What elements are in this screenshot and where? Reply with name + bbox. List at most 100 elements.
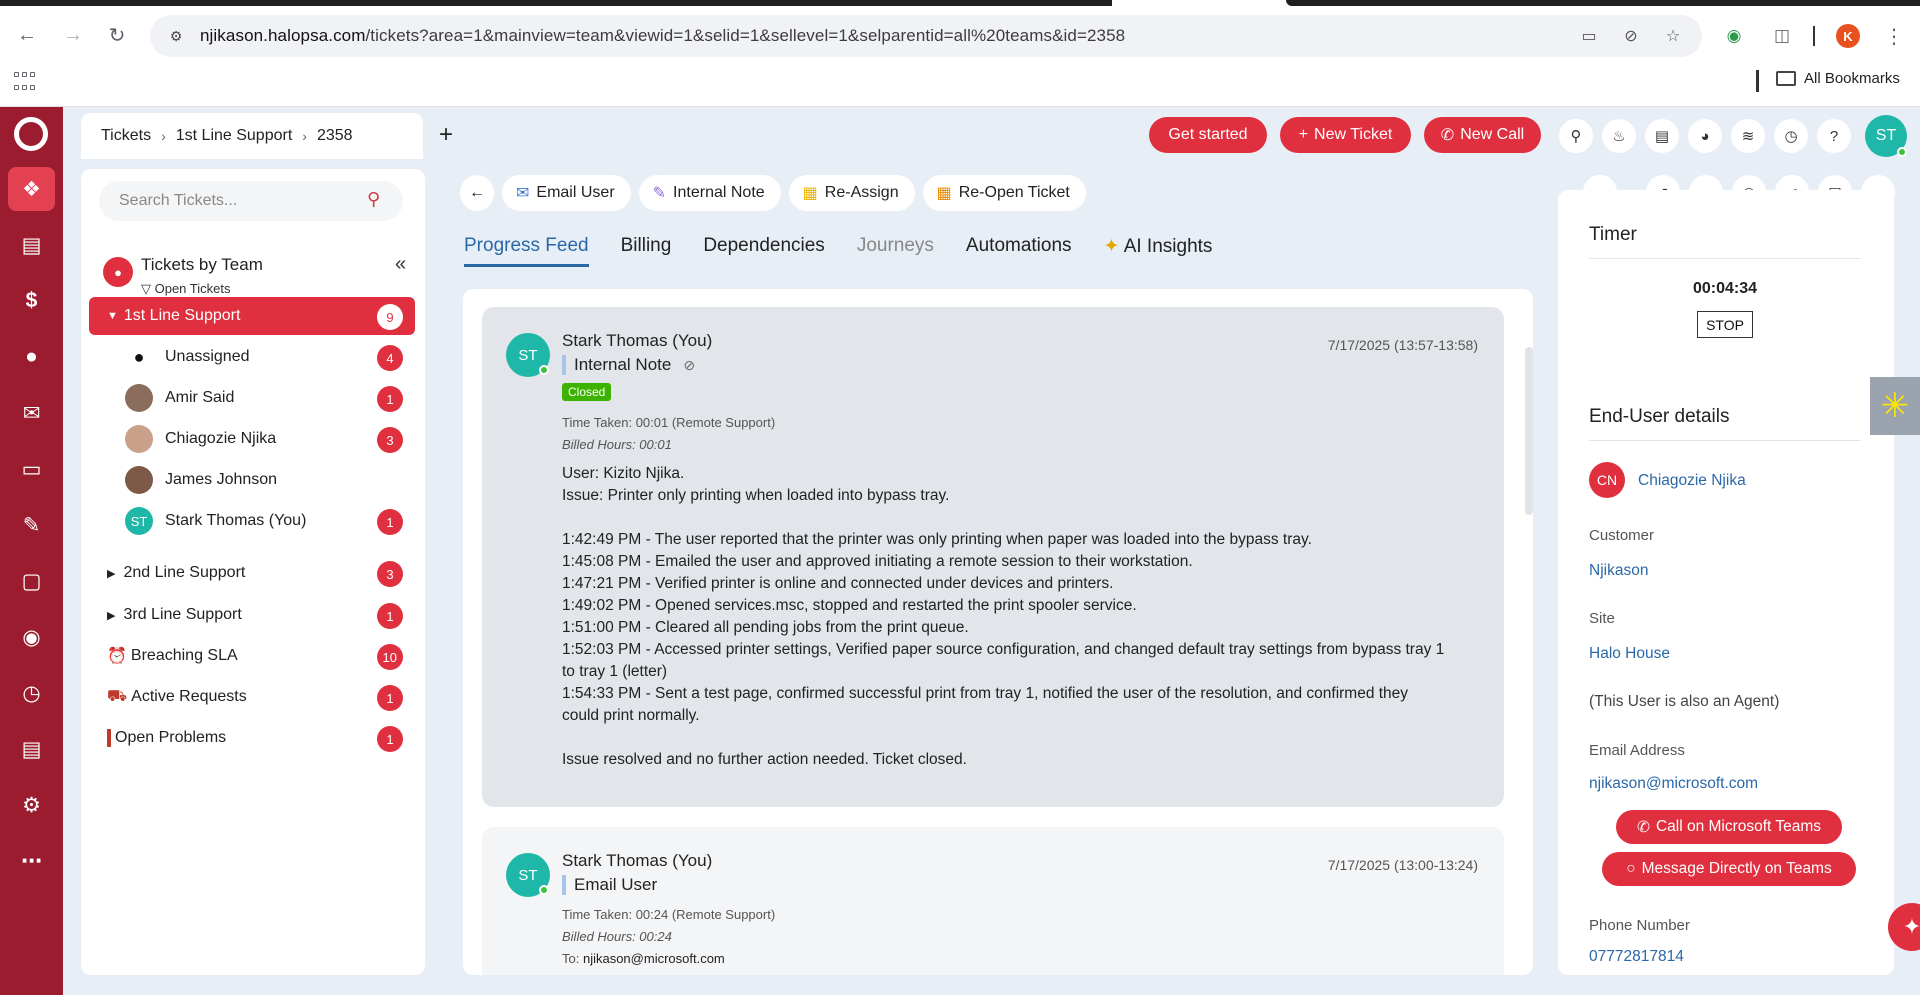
bookmark-star-icon[interactable]: ☆ (1662, 25, 1684, 47)
clock-icon[interactable]: ◷ (8, 671, 55, 715)
document-icon[interactable]: ▢ (8, 559, 55, 603)
avatar: CN (1589, 462, 1625, 498)
search-icon[interactable]: ⚲ (1559, 119, 1593, 153)
tab-journeys[interactable]: Journeys (857, 235, 934, 267)
help-icon[interactable]: ? (1817, 119, 1851, 153)
extension-icon[interactable]: ◉ (1720, 22, 1748, 50)
clipboard-icon[interactable]: ▤ (1645, 119, 1679, 153)
get-started-button[interactable]: Get started (1149, 117, 1267, 153)
all-bookmarks[interactable]: All Bookmarks (1776, 70, 1900, 87)
address-bar[interactable]: ⚙ njikason.halopsa.com/tickets?area=1&ma… (150, 15, 1702, 57)
history-icon[interactable]: ◷ (1774, 119, 1808, 153)
ticket-tabs: Progress Feed Billing Dependencies Journ… (464, 235, 1212, 267)
tree-item-open-problems[interactable]: Open Problems 1 (89, 719, 415, 757)
email-link[interactable]: njikason@microsoft.com (1589, 775, 1758, 793)
new-call-label: New Call (1460, 126, 1525, 143)
breadcrumb-ticket-id[interactable]: 2358 (317, 127, 353, 145)
customer-link[interactable]: Njikason (1589, 562, 1648, 580)
tree-item-2nd-line-support[interactable]: ▶ 2nd Line Support 3 (89, 554, 415, 592)
end-user-link[interactable]: Chiagozie Njika (1638, 472, 1746, 490)
extensions-puzzle-icon[interactable]: ◫ (1768, 22, 1796, 50)
site-link[interactable]: Halo House (1589, 645, 1670, 663)
phone-link[interactable]: 07772817814 (1589, 948, 1684, 966)
sparkle-widget-icon[interactable]: ✳ (1870, 377, 1920, 435)
view-title[interactable]: Tickets by Team (141, 255, 263, 275)
new-tab-plus-icon[interactable]: + (439, 121, 453, 149)
reload-icon[interactable]: ↻ (104, 22, 130, 48)
count-badge: 1 (377, 603, 403, 629)
tree-item-3rd-line-support[interactable]: ▶ 3rd Line Support 1 (89, 596, 415, 634)
reopen-ticket-button[interactable]: ▦ Re-Open Ticket (922, 175, 1086, 211)
feed-scrollbar[interactable] (1525, 347, 1533, 515)
tree-item-chiagozie-njika[interactable]: Chiagozie Njika 3 (89, 420, 415, 458)
caret-right-icon[interactable]: ▶ (107, 567, 115, 580)
count-badge: 1 (377, 386, 403, 412)
bell-icon[interactable]: ♨ (1602, 119, 1636, 153)
search-icon[interactable]: ⚲ (367, 189, 389, 211)
tree-item-1st-line-support[interactable]: ▼ 1st Line Support 9 (89, 297, 415, 335)
breadcrumb-team[interactable]: 1st Line Support (176, 127, 293, 145)
avatar (125, 466, 153, 494)
caret-down-icon[interactable]: ▼ (107, 310, 118, 322)
tickets-icon[interactable]: ❖ (8, 167, 55, 211)
new-call-button[interactable]: ✆ New Call (1424, 117, 1541, 153)
eye-off-icon[interactable]: ⊘ (1620, 25, 1642, 47)
tree-item-stark-thomas[interactable]: ST Stark Thomas (You) 1 (89, 502, 415, 540)
search-input[interactable]: Search Tickets... ⚲ (99, 181, 403, 221)
tab-ai-insights-label: AI Insights (1123, 236, 1213, 257)
divider (1589, 440, 1861, 441)
profile-avatar[interactable]: K (1836, 24, 1860, 48)
collapse-panel-icon[interactable]: « (395, 253, 406, 276)
user-icon[interactable]: ● (8, 335, 55, 379)
note-line: 1:45:08 PM - Emailed the user and approv… (562, 553, 1193, 570)
browser-menu-icon[interactable]: ⋮ (1880, 22, 1908, 50)
tree-item-james-johnson[interactable]: James Johnson (89, 461, 415, 499)
campaign-icon[interactable]: ✉ (8, 391, 55, 435)
briefcase-icon[interactable]: ▤ (8, 223, 55, 267)
caret-right-icon[interactable]: ▶ (107, 609, 115, 622)
agent-note: (This User is also an Agent) (1589, 693, 1780, 710)
stop-timer-button[interactable]: STOP (1697, 311, 1753, 338)
breadcrumb-tickets[interactable]: Tickets (101, 127, 151, 145)
call-teams-button[interactable]: ✆ Call on Microsoft Teams (1616, 810, 1842, 844)
folder-icon (1776, 71, 1796, 86)
report-icon[interactable]: ▤ (8, 727, 55, 771)
tree-item-breaching-sla[interactable]: ⏰ Breaching SLA 10 (89, 637, 415, 675)
to-address: njikason@microsoft.com (582, 951, 725, 966)
edit-icon[interactable]: ✎ (8, 503, 55, 547)
tab-automations[interactable]: Automations (966, 235, 1072, 267)
install-app-icon[interactable]: ▭ (1578, 25, 1600, 47)
time-taken: Time Taken: 00:24 (Remote Support) (562, 907, 776, 922)
forward-icon[interactable]: → (60, 22, 86, 48)
reassign-button[interactable]: ▦ Re-Assign (788, 175, 915, 211)
moneybag-icon[interactable]: ◉ (8, 615, 55, 659)
message-teams-button[interactable]: ○ Message Directly on Teams (1602, 852, 1856, 886)
device-icon[interactable]: ▭ (8, 447, 55, 491)
tab-dependencies[interactable]: Dependencies (703, 235, 824, 267)
halo-logo-icon[interactable] (14, 117, 48, 151)
internal-note-button[interactable]: ✎ Internal Note (638, 175, 781, 211)
settings-icon[interactable]: ⚙ (8, 783, 55, 827)
dollar-icon[interactable]: $ (8, 279, 55, 323)
search-placeholder: Search Tickets... (119, 192, 238, 209)
view-filter[interactable]: ▽ Open Tickets (141, 281, 230, 297)
tree-item-active-requests[interactable]: ⛟ Active Requests 1 (89, 678, 415, 716)
tab-progress-feed[interactable]: Progress Feed (464, 235, 589, 267)
site-settings-icon[interactable]: ⚙ (166, 26, 186, 46)
more-icon[interactable]: ⋯ (8, 839, 55, 883)
back-button[interactable]: ← (460, 175, 494, 211)
dashboard-icon[interactable]: ◕ (1688, 119, 1722, 153)
tab-billing[interactable]: Billing (621, 235, 672, 267)
feed-entry[interactable]: ST Stark Thomas (You) Email User 7/17/20… (482, 827, 1504, 975)
back-icon[interactable]: ← (14, 22, 40, 48)
new-ticket-button[interactable]: + New Ticket (1280, 117, 1411, 153)
tab-ai-insights[interactable]: ✦ AI Insights (1104, 235, 1213, 267)
tree-item-amir-said[interactable]: Amir Said 1 (89, 379, 415, 417)
feed-entry[interactable]: ST Stark Thomas (You) Internal Note ⊘ 7/1… (482, 307, 1504, 807)
sparkle-icon: ✦ (1103, 236, 1124, 257)
rss-icon[interactable]: ≋ (1731, 119, 1765, 153)
email-user-button[interactable]: ✉ Email User (502, 175, 631, 211)
tree-item-unassigned[interactable]: ● Unassigned 4 (89, 338, 415, 376)
app-topbar: Tickets › 1st Line Support › 2358 + Get … (63, 107, 1920, 161)
apps-grid-icon[interactable] (14, 72, 36, 94)
